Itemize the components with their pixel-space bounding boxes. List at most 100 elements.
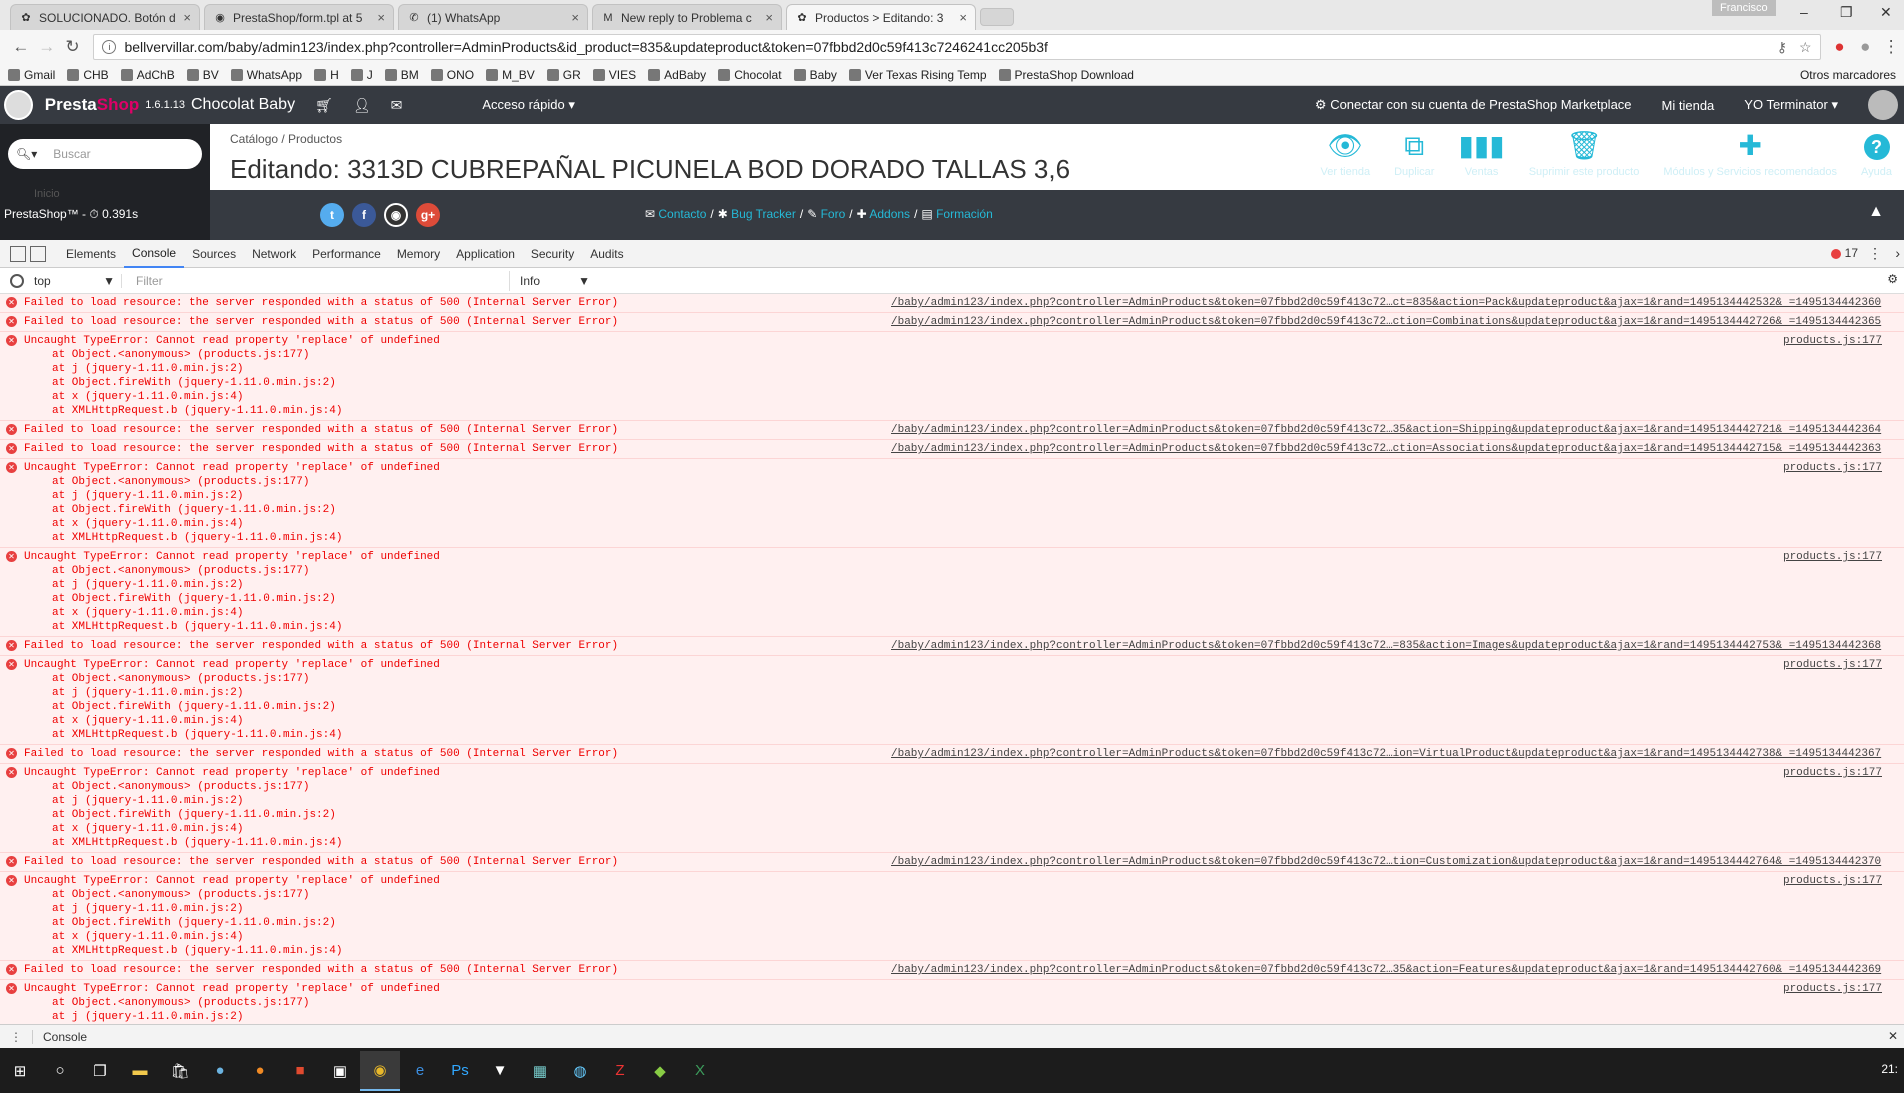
- connect-marketplace-link[interactable]: ⚙ Conectar con su cuenta de PrestaShop M…: [1315, 97, 1632, 113]
- bookmark-item[interactable]: BM: [384, 68, 419, 82]
- inspect-icon[interactable]: [10, 245, 26, 262]
- extension-icon[interactable]: ●: [1827, 37, 1853, 57]
- devtools-tab[interactable]: Performance: [304, 240, 389, 268]
- close-tab-icon[interactable]: ×: [183, 10, 191, 25]
- footer-link[interactable]: ✉ Contacto: [645, 207, 706, 221]
- firefox-icon[interactable]: ●: [240, 1051, 280, 1091]
- footer-link[interactable]: ✱ Bug Tracker: [718, 207, 796, 221]
- shop-name-link[interactable]: Chocolat Baby: [191, 96, 295, 114]
- toolbar-button[interactable]: 👁︎ Ver tienda: [1321, 124, 1371, 178]
- drawer-menu-icon[interactable]: ⋮: [10, 1030, 22, 1044]
- close-tab-icon[interactable]: ×: [377, 10, 385, 25]
- sidebar-item-home[interactable]: Inicio: [34, 188, 60, 200]
- log-level-select[interactable]: Info ▼: [520, 274, 590, 288]
- site-info-icon[interactable]: i: [102, 40, 117, 54]
- menu-icon[interactable]: ⋮: [1878, 37, 1904, 57]
- bookmark-item[interactable]: VIES: [592, 68, 636, 82]
- bookmark-item[interactable]: M_BV: [486, 68, 535, 82]
- toolbar-button[interactable]: ? Ayuda: [1861, 124, 1892, 178]
- file-explorer-icon[interactable]: ▬: [120, 1051, 160, 1091]
- new-tab-button[interactable]: [980, 8, 1014, 26]
- device-toggle-icon[interactable]: [30, 245, 46, 262]
- user-icon[interactable]: 👤︎: [353, 97, 371, 114]
- console-source-link[interactable]: /baby/admin123/index.php?controller=Admi…: [891, 639, 1881, 653]
- bookmark-item[interactable]: BV: [186, 68, 219, 82]
- bookmark-item[interactable]: Chocolat: [718, 68, 782, 82]
- bookmark-item[interactable]: GR: [546, 68, 581, 82]
- footer-link[interactable]: ✎ Foro: [807, 207, 845, 221]
- bookmark-item[interactable]: ONO: [430, 68, 474, 82]
- google-plus-icon[interactable]: g+: [416, 203, 440, 227]
- devtools-tab[interactable]: Memory: [389, 240, 448, 268]
- filezilla-icon[interactable]: Z: [600, 1051, 640, 1091]
- clear-console-icon[interactable]: [10, 273, 24, 288]
- console-source-link[interactable]: /baby/admin123/index.php?controller=Admi…: [891, 423, 1881, 437]
- console-source-link[interactable]: /baby/admin123/index.php?controller=Admi…: [891, 855, 1881, 869]
- url-input[interactable]: i bellvervillar.com/baby/admin123/index.…: [93, 34, 1821, 60]
- console-source-link[interactable]: products.js:177: [1783, 874, 1882, 888]
- console-source-link[interactable]: products.js:177: [1783, 550, 1882, 564]
- excel-icon[interactable]: X: [680, 1051, 720, 1091]
- devtools-close-icon[interactable]: ›: [1895, 245, 1900, 261]
- devtools-tab[interactable]: Audits: [582, 240, 631, 268]
- console-source-link[interactable]: /baby/admin123/index.php?controller=Admi…: [891, 442, 1881, 456]
- close-tab-icon[interactable]: ×: [765, 10, 773, 25]
- forward-icon[interactable]: →: [34, 37, 60, 57]
- footer-link[interactable]: ✚ Addons: [857, 207, 910, 221]
- toolbar-button[interactable]: 🗑︎ Suprimir este producto: [1529, 124, 1640, 178]
- close-tab-icon[interactable]: ×: [571, 10, 579, 25]
- toolbar-button[interactable]: ✚ Módulos y Servicios recomendados: [1663, 124, 1837, 178]
- bookmark-item[interactable]: Gmail: [8, 68, 55, 82]
- app-icon[interactable]: ◆: [640, 1051, 680, 1091]
- close-tab-icon[interactable]: ×: [959, 10, 967, 25]
- quick-access-dropdown[interactable]: Acceso rápido ▾: [482, 97, 575, 113]
- bookmark-item[interactable]: H: [314, 68, 339, 82]
- bookmark-star-icon[interactable]: ☆: [1799, 39, 1812, 56]
- avatar[interactable]: [1868, 90, 1898, 120]
- app-icon[interactable]: ◍: [560, 1051, 600, 1091]
- close-window-icon[interactable]: ✕: [1880, 4, 1892, 21]
- prestashop-logo[interactable]: Presta Shop 1.6.1.13: [0, 90, 185, 120]
- browser-tab[interactable]: ✿ Productos > Editando: 3 ×: [786, 4, 976, 30]
- browser-tab[interactable]: ◉ PrestaShop/form.tpl at 5 ×: [204, 4, 394, 30]
- store-icon[interactable]: 🛍︎: [160, 1051, 200, 1091]
- context-selector[interactable]: top ▼: [34, 273, 122, 288]
- bookmark-item[interactable]: AdChB: [120, 68, 175, 82]
- console-source-link[interactable]: products.js:177: [1783, 334, 1882, 348]
- devtools-tab[interactable]: Network: [244, 240, 304, 268]
- bookmark-item[interactable]: CHB: [67, 68, 109, 82]
- devtools-tab[interactable]: Application: [448, 240, 523, 268]
- minimize-icon[interactable]: –: [1800, 4, 1808, 20]
- reload-icon[interactable]: ↻: [60, 37, 86, 57]
- console-source-link[interactable]: /baby/admin123/index.php?controller=Admi…: [891, 315, 1881, 329]
- toolbar-button[interactable]: ⧉ Duplicar: [1394, 124, 1434, 178]
- browser-tab[interactable]: ✿ SOLUCIONADO. Botón d ×: [10, 4, 200, 30]
- browser-tab[interactable]: M New reply to Problema c ×: [592, 4, 782, 30]
- console-source-link[interactable]: /baby/admin123/index.php?controller=Admi…: [891, 747, 1881, 761]
- console-source-link[interactable]: /baby/admin123/index.php?controller=Admi…: [891, 963, 1881, 977]
- bookmark-item[interactable]: Baby: [793, 68, 837, 82]
- app-icon[interactable]: ▦: [520, 1051, 560, 1091]
- footer-link[interactable]: ▤ Formación: [921, 207, 992, 221]
- facebook-icon[interactable]: f: [352, 203, 376, 227]
- app-icon[interactable]: ▣: [320, 1051, 360, 1091]
- bookmark-item[interactable]: PrestaShop Download: [998, 68, 1134, 82]
- bookmark-item[interactable]: AdBaby: [648, 68, 706, 82]
- devtools-tab[interactable]: Sources: [184, 240, 244, 268]
- devtools-menu-icon[interactable]: ⋮: [1868, 245, 1882, 262]
- task-view-icon[interactable]: ❐: [80, 1051, 120, 1091]
- drawer-tab-console[interactable]: Console: [32, 1029, 87, 1044]
- console-source-link[interactable]: products.js:177: [1783, 766, 1882, 780]
- windows-start-icon[interactable]: ⊞: [0, 1051, 40, 1091]
- back-icon[interactable]: ←: [8, 37, 34, 57]
- console-source-link[interactable]: /baby/admin123/index.php?controller=Admi…: [891, 296, 1881, 310]
- search-input[interactable]: 🔍︎▾ Buscar: [8, 139, 202, 169]
- edge-icon[interactable]: e: [400, 1051, 440, 1091]
- key-icon[interactable]: ⚷: [1777, 39, 1787, 56]
- console-source-link[interactable]: products.js:177: [1783, 461, 1882, 475]
- github-icon[interactable]: ◉: [384, 203, 408, 227]
- chrome-icon[interactable]: ◉: [360, 1050, 400, 1091]
- console-settings-icon[interactable]: ⚙: [1887, 272, 1898, 286]
- app-icon[interactable]: ●: [200, 1051, 240, 1091]
- drawer-close-icon[interactable]: ✕: [1888, 1029, 1898, 1043]
